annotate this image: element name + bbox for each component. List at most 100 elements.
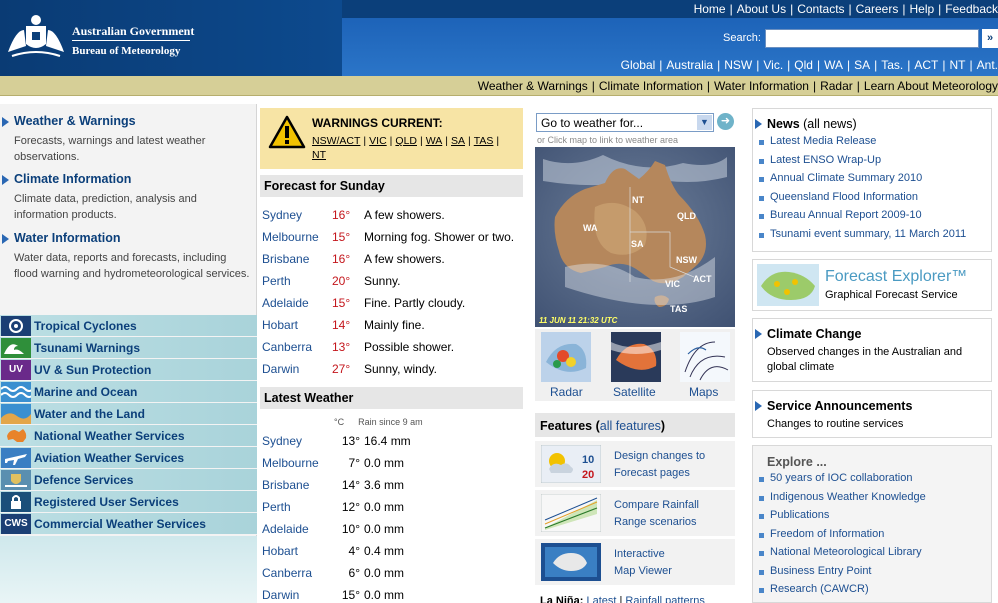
warning-link-nsw-act[interactable]: NSW/ACT <box>312 135 360 147</box>
radar-thumbnail-icon[interactable] <box>541 332 591 382</box>
latest-city-link[interactable]: Brisbane <box>262 478 309 492</box>
climate-change-box[interactable]: Climate Change Observed changes in the A… <box>752 318 992 382</box>
news-item-link[interactable]: Latest ENSO Wrap-Up <box>757 154 966 173</box>
top-link-home[interactable]: Home <box>694 2 726 16</box>
explore-item-link[interactable]: Publications <box>757 509 926 528</box>
map-label-act[interactable]: ACT <box>693 274 712 284</box>
quicklink-marine-ocean[interactable]: Marine and Ocean <box>0 381 257 403</box>
service-announcements-title[interactable]: Service Announcements <box>767 399 912 413</box>
region-tas[interactable]: Tas. <box>881 58 903 72</box>
satellite-thumbnail-icon[interactable] <box>611 332 661 382</box>
explore-item-link[interactable]: Indigenous Weather Knowledge <box>757 491 926 510</box>
explore-item-link[interactable]: National Meteorological Library <box>757 546 926 565</box>
forecast-explorer-banner[interactable]: Forecast Explorer™ Graphical Forecast Se… <box>752 259 992 311</box>
explore-item-link[interactable]: 50 years of IOC collaboration <box>757 472 926 491</box>
news-item-link[interactable]: Latest Media Release <box>757 135 966 154</box>
warning-link-wa[interactable]: WA <box>426 135 443 147</box>
explore-item-link[interactable]: Business Entry Point <box>757 565 926 584</box>
all-features-link[interactable]: all features <box>600 419 661 433</box>
region-ant[interactable]: Ant. <box>977 58 998 72</box>
all-news-link[interactable]: (all news) <box>803 117 857 131</box>
region-vic[interactable]: Vic. <box>763 58 783 72</box>
latest-city-link[interactable]: Darwin <box>262 588 299 602</box>
map-label-sa[interactable]: SA <box>631 239 644 249</box>
goto-weather-select[interactable]: Go to weather for... ▼ <box>536 113 714 132</box>
search-input[interactable] <box>765 29 979 48</box>
top-link-careers[interactable]: Careers <box>856 2 899 16</box>
quicklink-defence[interactable]: Defence Services <box>0 469 257 491</box>
forecast-city-link[interactable]: Canberra <box>262 340 312 354</box>
nav-radar[interactable]: Radar <box>820 79 853 93</box>
news-item-link[interactable]: Bureau Annual Report 2009-10 <box>757 209 966 228</box>
latest-city-link[interactable]: Canberra <box>262 566 312 580</box>
service-announcements-box[interactable]: Service Announcements Changes to routine… <box>752 390 992 438</box>
satellite-map[interactable]: NT QLD WA SA NSW ACT VIC TAS 11 JUN 11 2… <box>535 147 735 327</box>
nav-learn-meteorology[interactable]: Learn About Meteorology <box>864 79 998 93</box>
forecast-city-link[interactable]: Darwin <box>262 362 299 376</box>
explore-item-link[interactable]: Research (CAWCR) <box>757 583 926 602</box>
quicklink-tropical-cyclones[interactable]: Tropical Cyclones <box>0 315 257 337</box>
forecast-city-link[interactable]: Perth <box>262 274 291 288</box>
warning-link-vic[interactable]: VIC <box>369 135 387 147</box>
feature-item[interactable]: 10 20 Design changes to Forecast pages <box>535 441 735 487</box>
region-act[interactable]: ACT <box>914 58 938 72</box>
region-wa[interactable]: WA <box>824 58 843 72</box>
region-global[interactable]: Global <box>621 58 656 72</box>
forecast-city-link[interactable]: Hobart <box>262 318 298 332</box>
news-item-link[interactable]: Annual Climate Summary 2010 <box>757 172 966 191</box>
latest-city-link[interactable]: Sydney <box>262 434 302 448</box>
quicklink-commercial[interactable]: CWS Commercial Weather Services <box>0 513 257 535</box>
left-section-title[interactable]: Climate Information <box>14 172 131 186</box>
feature-link[interactable]: Design changes to Forecast pages <box>614 448 732 482</box>
feature-link[interactable]: Interactive Map Viewer <box>614 546 732 580</box>
map-label-tas[interactable]: TAS <box>670 304 687 314</box>
map-label-wa[interactable]: WA <box>583 223 598 233</box>
warning-link-sa[interactable]: SA <box>451 135 465 147</box>
goto-go-button[interactable]: ➜ <box>717 113 734 130</box>
top-link-contacts[interactable]: Contacts <box>797 2 844 16</box>
region-nt[interactable]: NT <box>950 58 966 72</box>
forecast-explorer-title[interactable]: Forecast Explorer™ <box>825 268 967 286</box>
map-label-vic[interactable]: VIC <box>665 279 681 289</box>
nav-weather-warnings[interactable]: Weather & Warnings <box>478 79 588 93</box>
forecast-city-link[interactable]: Adelaide <box>262 296 309 310</box>
quicklink-national-weather[interactable]: National Weather Services <box>0 425 257 447</box>
latest-city-link[interactable]: Adelaide <box>262 522 309 536</box>
quicklink-registered-users[interactable]: Registered User Services <box>0 491 257 513</box>
forecast-city-link[interactable]: Melbourne <box>262 230 319 244</box>
climate-change-title[interactable]: Climate Change <box>767 327 861 341</box>
chevron-down-icon[interactable]: ▼ <box>697 115 712 130</box>
la-nina-latest-link[interactable]: Latest <box>586 595 616 603</box>
left-section-title[interactable]: Weather & Warnings <box>14 114 136 128</box>
latest-city-link[interactable]: Perth <box>262 500 291 514</box>
top-link-help[interactable]: Help <box>909 2 934 16</box>
forecast-city-link[interactable]: Brisbane <box>262 252 309 266</box>
region-australia[interactable]: Australia <box>666 58 713 72</box>
radar-link[interactable]: Radar <box>550 385 583 399</box>
warning-link-tas[interactable]: TAS <box>474 135 494 147</box>
quicklink-water-land[interactable]: Water and the Land <box>0 403 257 425</box>
region-qld[interactable]: Qld <box>794 58 813 72</box>
search-go-button[interactable]: » <box>982 29 998 48</box>
news-item-link[interactable]: Tsunami event summary, 11 March 2011 <box>757 228 966 247</box>
map-label-qld[interactable]: QLD <box>677 211 696 221</box>
warning-link-qld[interactable]: QLD <box>395 135 417 147</box>
map-label-nsw[interactable]: NSW <box>676 255 698 265</box>
news-item-link[interactable]: Queensland Flood Information <box>757 191 966 210</box>
maps-link[interactable]: Maps <box>689 385 718 399</box>
logo-block[interactable]: Australian Government Bureau of Meteorol… <box>0 0 342 76</box>
region-nsw[interactable]: NSW <box>724 58 752 72</box>
quicklink-tsunami-warnings[interactable]: Tsunami Warnings <box>0 337 257 359</box>
nav-water-information[interactable]: Water Information <box>714 79 809 93</box>
latest-city-link[interactable]: Melbourne <box>262 456 319 470</box>
satellite-link[interactable]: Satellite <box>613 385 656 399</box>
weather-maps-thumbnail-icon[interactable] <box>680 332 730 382</box>
warning-link-nt[interactable]: NT <box>312 149 326 161</box>
region-sa[interactable]: SA <box>854 58 870 72</box>
top-link-feedback[interactable]: Feedback <box>945 2 998 16</box>
map-label-nt[interactable]: NT <box>632 195 644 205</box>
forecast-city-link[interactable]: Sydney <box>262 208 302 222</box>
top-link-about[interactable]: About Us <box>737 2 786 16</box>
quicklink-uv-sun[interactable]: UV UV & Sun Protection <box>0 359 257 381</box>
left-section-title[interactable]: Water Information <box>14 231 120 245</box>
